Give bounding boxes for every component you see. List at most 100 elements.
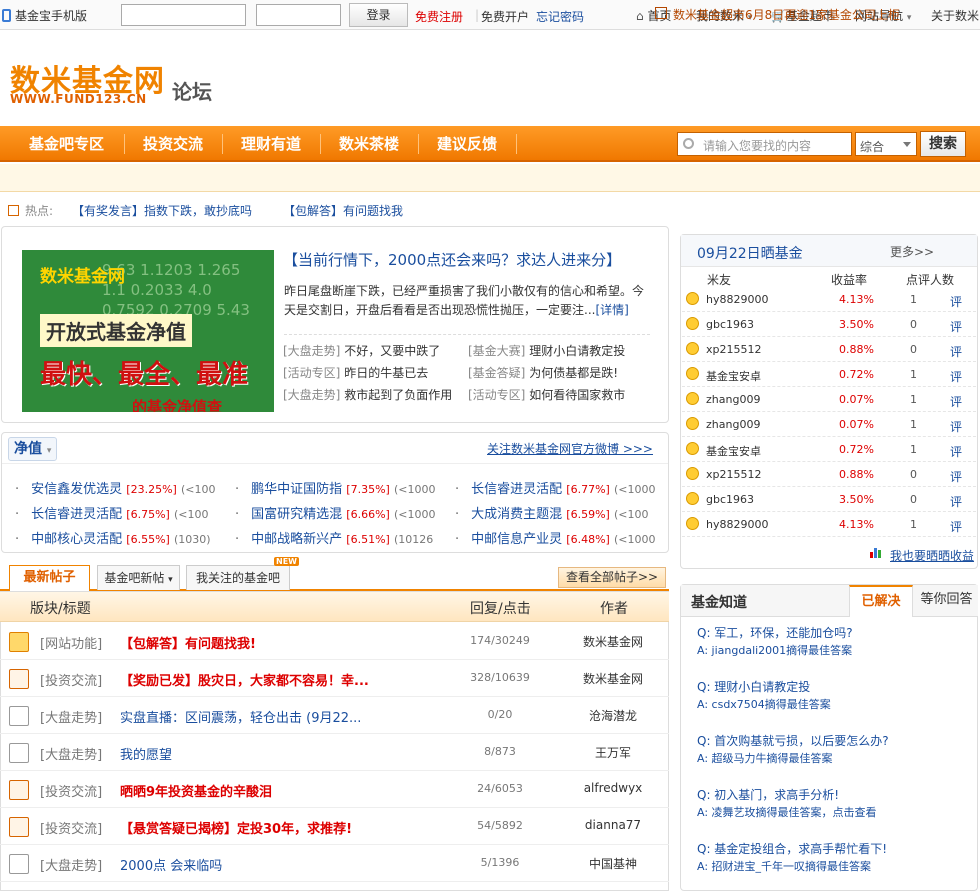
review-link[interactable]: 评 xyxy=(950,393,962,410)
fund-item[interactable]: · 大成消费主题混 [6.59%] (<100 xyxy=(455,503,667,522)
nav-teahouse[interactable]: 数米茶楼 xyxy=(339,126,399,162)
share-my-returns-link[interactable]: 我也要晒晒收益 xyxy=(890,547,974,564)
about-link[interactable]: 关于数米 xyxy=(931,7,979,24)
review-link[interactable]: 评 xyxy=(950,368,962,385)
post-section[interactable]: [投资交流] xyxy=(40,781,102,800)
review-link[interactable]: 评 xyxy=(950,443,962,460)
share-fund-more[interactable]: 更多>> xyxy=(890,243,934,260)
tab-bar-posts[interactable]: 基金吧新帖 ▾ xyxy=(97,565,180,590)
post-title[interactable]: 【悬赏答疑已揭榜】定投30年，求推荐! xyxy=(120,818,352,837)
table-row[interactable]: [大盘走势] 实盘直播：区间震荡，轻仓出击 (9月22... 0/20 沧海潜龙 xyxy=(0,697,669,734)
search-button[interactable]: 搜索 xyxy=(920,131,966,157)
forgot-password-link[interactable]: 忘记密码 xyxy=(536,8,584,25)
featured-link[interactable]: [活动专区] 如何看待国家救市 xyxy=(468,386,625,403)
fund-item[interactable]: · 鹏华中证国防指 [7.35%] (<1000 xyxy=(235,478,436,497)
login-button[interactable]: 登录 xyxy=(349,3,408,27)
nav-feedback[interactable]: 建议反馈 xyxy=(437,126,497,162)
table-row[interactable]: [投资交流] 晒晒9年投资基金的辛酸泪 24/6053 alfredwyx xyxy=(0,771,669,808)
open-account-link[interactable]: 免费开户 xyxy=(481,8,529,25)
post-section[interactable]: [网站功能] xyxy=(40,633,102,652)
featured-link[interactable]: [基金大赛] 理财小白请教定投 xyxy=(468,342,625,359)
qa-answer[interactable]: A: 超级马力牛摘得最佳答案 xyxy=(697,750,889,768)
tab-unanswered[interactable]: 等你回答 xyxy=(915,585,978,617)
post-section[interactable]: [大盘走势] xyxy=(40,855,102,874)
detail-link[interactable]: [详情] xyxy=(595,303,628,317)
user-name[interactable]: 基金宝安卓 xyxy=(706,443,761,459)
qa-question[interactable]: Q: 首次购基就亏损，以后要怎么办? xyxy=(697,732,889,750)
post-section[interactable]: [大盘走势] xyxy=(40,707,102,726)
notice-link[interactable]: 数米基金超市6月8日再迎1家基金公司上柜 xyxy=(673,6,900,23)
post-author[interactable]: 中国基神 xyxy=(568,855,658,872)
fund-item[interactable]: · 国富研究精选混 [6.66%] (<1000 xyxy=(235,503,436,522)
fund-item[interactable]: · 长信睿进灵活配 [6.75%] (<100 xyxy=(15,503,209,522)
user-name[interactable]: xp215512 xyxy=(706,468,761,481)
nav-invest[interactable]: 投资交流 xyxy=(143,126,203,162)
review-link[interactable]: 评 xyxy=(950,468,962,485)
table-row[interactable]: [网站功能] 【包解答】有问题找我! 174/30249 数米基金网 xyxy=(0,623,669,660)
mobile-app-link[interactable]: 基金宝手机版 xyxy=(2,7,87,24)
tab-followed-bars[interactable]: 我关注的基金吧 xyxy=(186,565,290,590)
table-row[interactable]: [投资交流] 【奖励已发】股灾日，大家都不容易！幸... 328/10639 数米基金… xyxy=(0,660,669,697)
password-input[interactable] xyxy=(256,4,341,26)
review-link[interactable]: 评 xyxy=(950,493,962,510)
follow-weibo-link[interactable]: 关注数米基金网官方微博 >>> xyxy=(487,440,653,457)
post-title[interactable]: 【包解答】有问题找我! xyxy=(120,633,256,652)
featured-link[interactable]: [基金答疑] 为何债基都是跌! xyxy=(468,364,618,381)
featured-banner[interactable]: 9.63 1.1203 1.265 1.1 0.2033 4.0 0.7592 0.… xyxy=(22,250,274,412)
post-author[interactable]: alfredwyx xyxy=(568,781,658,795)
post-author[interactable]: 数米基金网 xyxy=(568,633,658,650)
hot-link[interactable]: 【包解答】有问题找我 xyxy=(283,202,403,219)
user-name[interactable]: hy8829000 xyxy=(706,518,768,531)
register-link[interactable]: 免费注册 xyxy=(415,8,463,25)
user-name[interactable]: hy8829000 xyxy=(706,293,768,306)
user-name[interactable]: zhang009 xyxy=(706,393,760,406)
tab-latest-posts[interactable]: 最新帖子 xyxy=(9,565,90,592)
qa-question[interactable]: Q: 军工，环保，还能加仓吗? xyxy=(697,624,853,642)
post-title[interactable]: 我的愿望 xyxy=(120,744,172,763)
fund-item[interactable]: · 长信睿进灵活配 [6.77%] (<1000 xyxy=(455,478,667,497)
post-author[interactable]: 王万军 xyxy=(568,744,658,761)
featured-link[interactable]: [活动专区] 昨日的牛基已去 xyxy=(283,364,428,381)
fund-item[interactable]: · 中邮核心灵活配 [6.55%] (1030) xyxy=(15,528,211,547)
featured-link[interactable]: [大盘走势] 不好，又要中跌了 xyxy=(283,342,440,359)
review-link[interactable]: 评 xyxy=(950,518,962,535)
search-input[interactable]: 请输入您要找的内容 xyxy=(677,132,852,156)
post-title[interactable]: 【奖励已发】股灾日，大家都不容易！幸... xyxy=(120,670,369,689)
netvalue-tab[interactable]: 净值 ▾ xyxy=(8,437,58,461)
review-link[interactable]: 评 xyxy=(950,343,962,360)
post-author[interactable]: 沧海潜龙 xyxy=(568,707,658,724)
review-link[interactable]: 评 xyxy=(950,318,962,335)
post-section[interactable]: [大盘走势] xyxy=(40,744,102,763)
post-title[interactable]: 2000点 会来临吗 xyxy=(120,855,222,874)
fund-item[interactable]: · 中邮信息产业灵 [6.48%] (<1000 xyxy=(455,528,667,547)
view-all-posts-button[interactable]: 查看全部帖子>> xyxy=(558,567,666,588)
qa-question[interactable]: Q: 基金定投组合，求高手帮忙看下! xyxy=(697,840,887,858)
qa-answer[interactable]: A: jiangdali2001摘得最佳答案 xyxy=(697,642,853,660)
featured-title[interactable]: 【当前行情下，2000点还会来吗？求达人进来分】 xyxy=(283,249,621,270)
qa-question[interactable]: Q: 初入基门，求高手分析! xyxy=(697,786,877,804)
fund-item[interactable]: · 安信鑫发优选灵 [23.25%] (<100 xyxy=(15,478,216,497)
post-author[interactable]: 数米基金网 xyxy=(568,670,658,687)
post-author[interactable]: dianna77 xyxy=(568,818,658,832)
review-link[interactable]: 评 xyxy=(950,418,962,435)
table-row[interactable]: [大盘走势] 2000点 会来临吗 5/1396 中国基神 xyxy=(0,845,669,882)
post-title[interactable]: 晒晒9年投资基金的辛酸泪 xyxy=(120,781,272,800)
post-title[interactable]: 实盘直播：区间震荡，轻仓出击 (9月22... xyxy=(120,707,361,726)
qa-answer[interactable]: A: 招财进宝_千年一叹摘得最佳答案 xyxy=(697,858,887,876)
user-name[interactable]: gbc1963 xyxy=(706,493,754,506)
search-scope-select[interactable]: 综合 xyxy=(855,132,917,156)
user-name[interactable]: gbc1963 xyxy=(706,318,754,331)
nav-fund-bar[interactable]: 基金吧专区 xyxy=(29,126,104,162)
post-section[interactable]: [投资交流] xyxy=(40,818,102,837)
username-input[interactable] xyxy=(121,4,246,26)
user-name[interactable]: xp215512 xyxy=(706,343,761,356)
qa-answer[interactable]: A: 凌舞艺玫摘得最佳答案，点击查看 xyxy=(697,804,877,822)
nav-finance[interactable]: 理财有道 xyxy=(241,126,301,162)
user-name[interactable]: zhang009 xyxy=(706,418,760,431)
table-row[interactable]: [大盘走势] 我的愿望 8/873 王万军 xyxy=(0,734,669,771)
post-section[interactable]: [投资交流] xyxy=(40,670,102,689)
user-name[interactable]: 基金宝安卓 xyxy=(706,368,761,384)
hot-link[interactable]: 【有奖发言】指数下跌，敢抄底吗 xyxy=(72,202,252,219)
review-link[interactable]: 评 xyxy=(950,293,962,310)
qa-answer[interactable]: A: csdx7504摘得最佳答案 xyxy=(697,696,831,714)
